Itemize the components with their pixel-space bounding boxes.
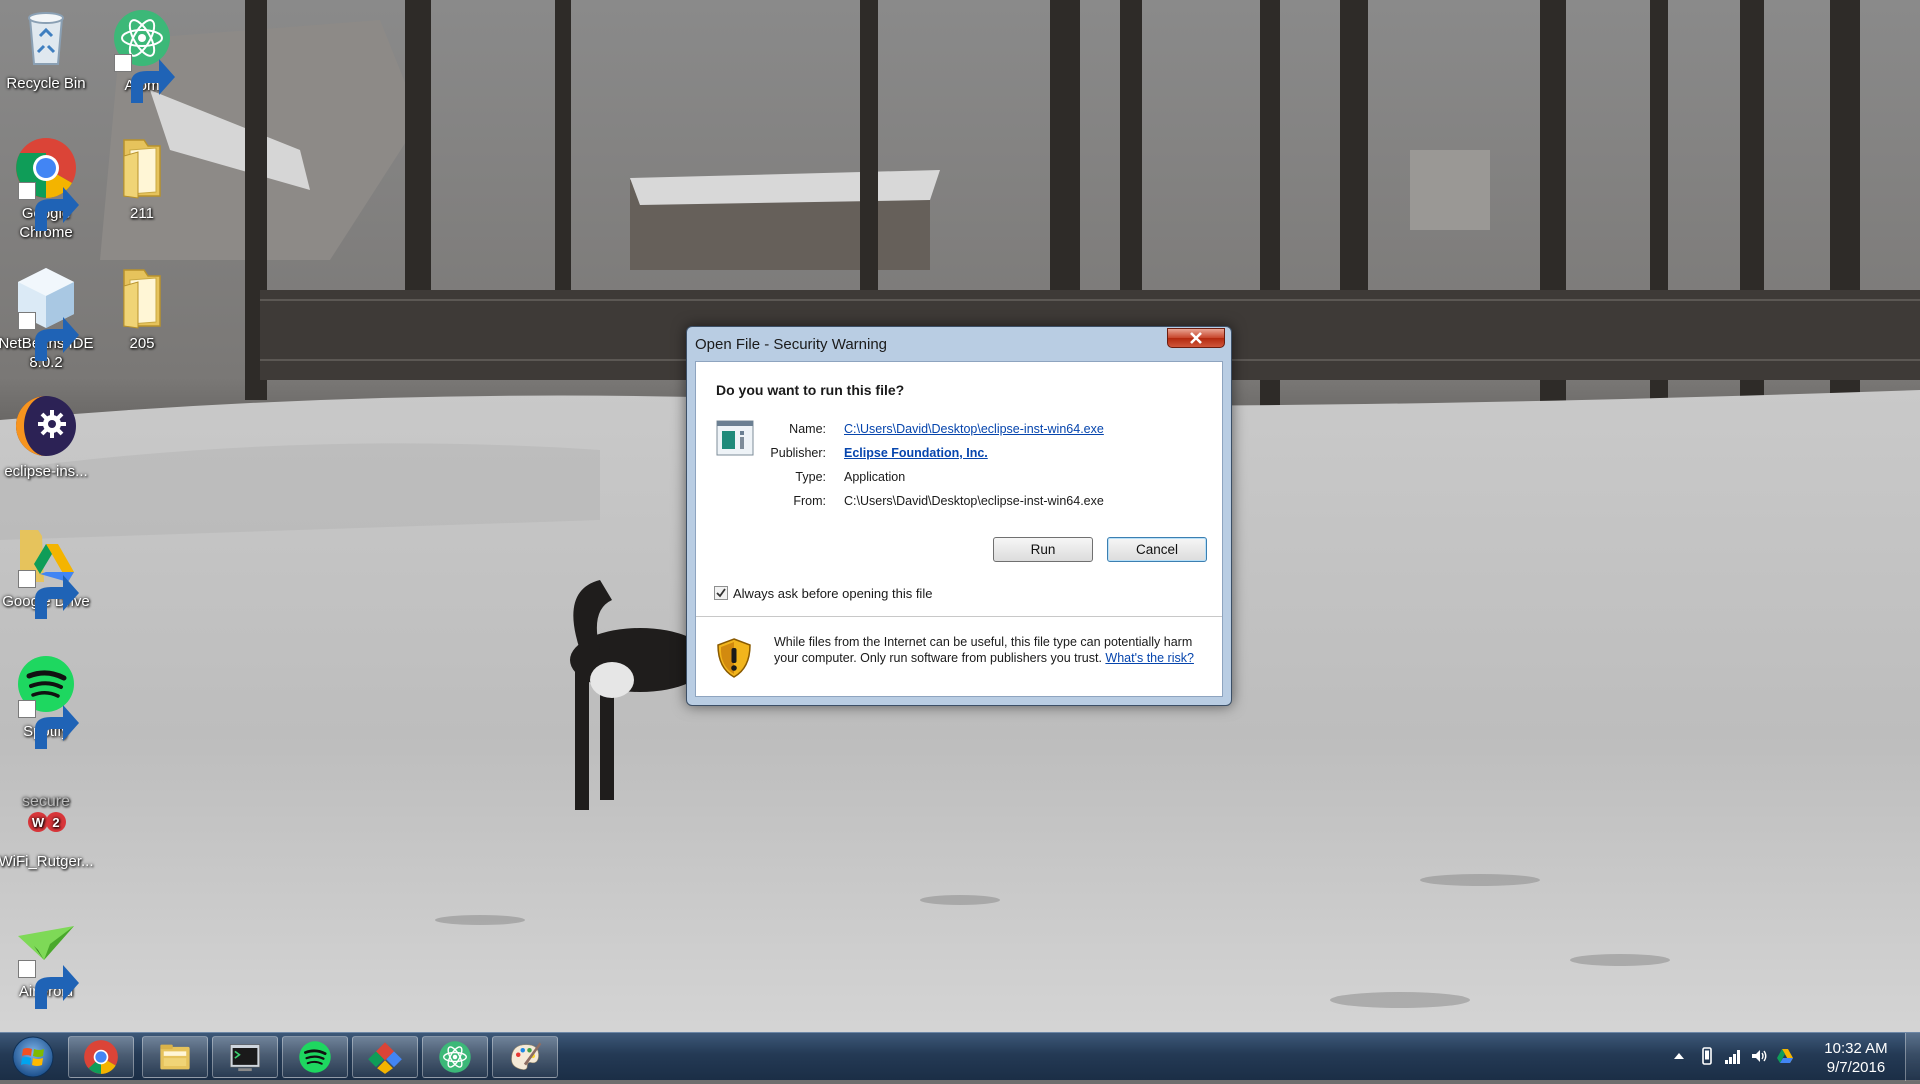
desktop-icon-atom[interactable]: Atom — [94, 8, 190, 103]
windows-logo-icon — [12, 1036, 54, 1078]
spotify-icon — [299, 1041, 331, 1073]
cancel-button[interactable]: Cancel — [1107, 537, 1207, 562]
desktop-icon-airdroid[interactable]: AirDroid — [0, 914, 94, 1009]
taskbar-paint-button[interactable] — [492, 1036, 558, 1078]
warning-message: While files from the Internet can be use… — [774, 634, 1206, 666]
desktop-icon-recycle-bin[interactable]: Recycle Bin — [0, 6, 94, 93]
run-button[interactable]: Run — [993, 537, 1093, 562]
taskbar-chrome-button[interactable] — [68, 1036, 134, 1078]
desktop-icon-eclipse-installer[interactable]: eclipse-ins... — [0, 394, 94, 481]
always-ask-label: Always ask before opening this file — [733, 586, 933, 601]
shortcut-arrow-icon — [18, 182, 79, 231]
file-name-link[interactable]: C:\Users\David\Desktop\eclipse-inst-win6… — [844, 422, 1104, 436]
dialog-title: Open File - Security Warning — [695, 336, 888, 353]
google-drive-icon[interactable] — [1776, 1047, 1794, 1065]
shortcut-arrow-icon — [18, 960, 79, 1009]
atom-icon — [439, 1041, 471, 1073]
svg-text:secure: secure — [22, 793, 70, 810]
desktop-icon-label: 205 — [129, 335, 155, 352]
chrome-icon — [84, 1040, 118, 1074]
eclipse-installer-icon — [14, 394, 78, 458]
show-desktop-button[interactable] — [1905, 1033, 1920, 1081]
close-button[interactable] — [1167, 328, 1225, 348]
airdroid-icon — [14, 914, 79, 1009]
volume-icon[interactable] — [1750, 1047, 1768, 1065]
google-apps-icon — [368, 1042, 402, 1074]
file-type-value: Application — [844, 470, 906, 484]
file-explorer-icon — [160, 1044, 190, 1070]
taskbar-atom-button[interactable] — [422, 1036, 488, 1078]
folder-icon — [110, 266, 174, 330]
desktop-icon-folder-211[interactable]: 211 — [94, 136, 190, 223]
name-label: Name: — [789, 422, 826, 436]
spotify-icon — [14, 654, 79, 749]
desktop-icon-label: 211 — [130, 205, 154, 222]
svg-text:W: W — [32, 815, 45, 830]
whats-the-risk-link[interactable]: What's the risk? — [1105, 651, 1194, 665]
atom-icon — [110, 8, 175, 103]
dialog-question: Do you want to run this file? — [716, 382, 905, 398]
google-drive-icon — [14, 524, 79, 619]
desktop-icon-wifi-rutgers[interactable]: secure W 2 WiFi_Rutger... — [0, 784, 94, 871]
security-warning-dialog: Open File - Security Warning Do you want… — [686, 326, 1232, 706]
network-icon[interactable] — [1724, 1047, 1742, 1065]
warning-shield-icon — [716, 638, 752, 678]
taskbar-file-explorer-button[interactable] — [142, 1036, 208, 1078]
show-hidden-icons-icon[interactable] — [1670, 1047, 1688, 1065]
taskbar-google-apps-button[interactable] — [352, 1036, 418, 1078]
taskbar-command-prompt-button[interactable] — [212, 1036, 278, 1078]
netbeans-icon — [14, 266, 79, 361]
desktop-icon-google-drive[interactable]: Google Drive — [0, 524, 94, 619]
chrome-icon — [14, 136, 79, 231]
start-button[interactable] — [6, 1035, 60, 1079]
desktop-icon-label: WiFi_Rutger... — [0, 853, 94, 870]
dialog-titlebar[interactable]: Open File - Security Warning — [687, 327, 1231, 361]
phone-icon[interactable] — [1698, 1047, 1716, 1065]
svg-text:2: 2 — [52, 815, 59, 830]
desktop-icon-netbeans[interactable]: NetBeans IDE 8.0.2 — [0, 266, 94, 372]
desktop-icon-google-chrome[interactable]: Google Chrome — [0, 136, 94, 242]
from-label: From: — [793, 494, 826, 508]
clock-date: 9/7/2016 — [1826, 1059, 1886, 1076]
application-icon — [716, 420, 754, 456]
command-prompt-icon — [230, 1044, 260, 1072]
recycle-bin-icon — [14, 6, 78, 70]
always-ask-checkbox[interactable] — [714, 586, 728, 600]
clock-time: 10:32 AM — [1824, 1040, 1888, 1057]
shortcut-arrow-icon — [18, 700, 79, 749]
dialog-divider — [696, 616, 1222, 617]
paint-icon — [511, 1042, 542, 1070]
publisher-link[interactable]: Eclipse Foundation, Inc. — [844, 446, 988, 460]
desktop-icon-folder-205[interactable]: 205 — [94, 266, 190, 353]
folder-icon — [110, 136, 174, 200]
publisher-label: Publisher: — [770, 446, 826, 460]
dialog-content: Do you want to run this file? Name: C:\U… — [695, 361, 1223, 697]
taskbar: 10:32 AM 9/7/2016 — [0, 1032, 1920, 1081]
checkmark-icon — [716, 588, 726, 598]
close-icon — [1190, 332, 1202, 344]
file-source-value: C:\Users\David\Desktop\eclipse-inst-win6… — [844, 494, 1104, 508]
desktop-icon-label: Recycle Bin — [6, 75, 86, 92]
securew2-icon: secure W 2 — [14, 784, 78, 848]
shortcut-arrow-icon — [114, 54, 175, 103]
shortcut-arrow-icon — [18, 570, 79, 619]
taskbar-spotify-button[interactable] — [282, 1036, 348, 1078]
type-label: Type: — [795, 470, 826, 484]
system-tray: 10:32 AM 9/7/2016 — [1670, 1033, 1920, 1081]
desktop-icon-label: eclipse-ins... — [4, 463, 88, 480]
taskbar-clock[interactable]: 10:32 AM 9/7/2016 — [1816, 1039, 1896, 1077]
shortcut-arrow-icon — [18, 312, 79, 361]
desktop-icon-spotify[interactable]: Spotify — [0, 654, 94, 749]
